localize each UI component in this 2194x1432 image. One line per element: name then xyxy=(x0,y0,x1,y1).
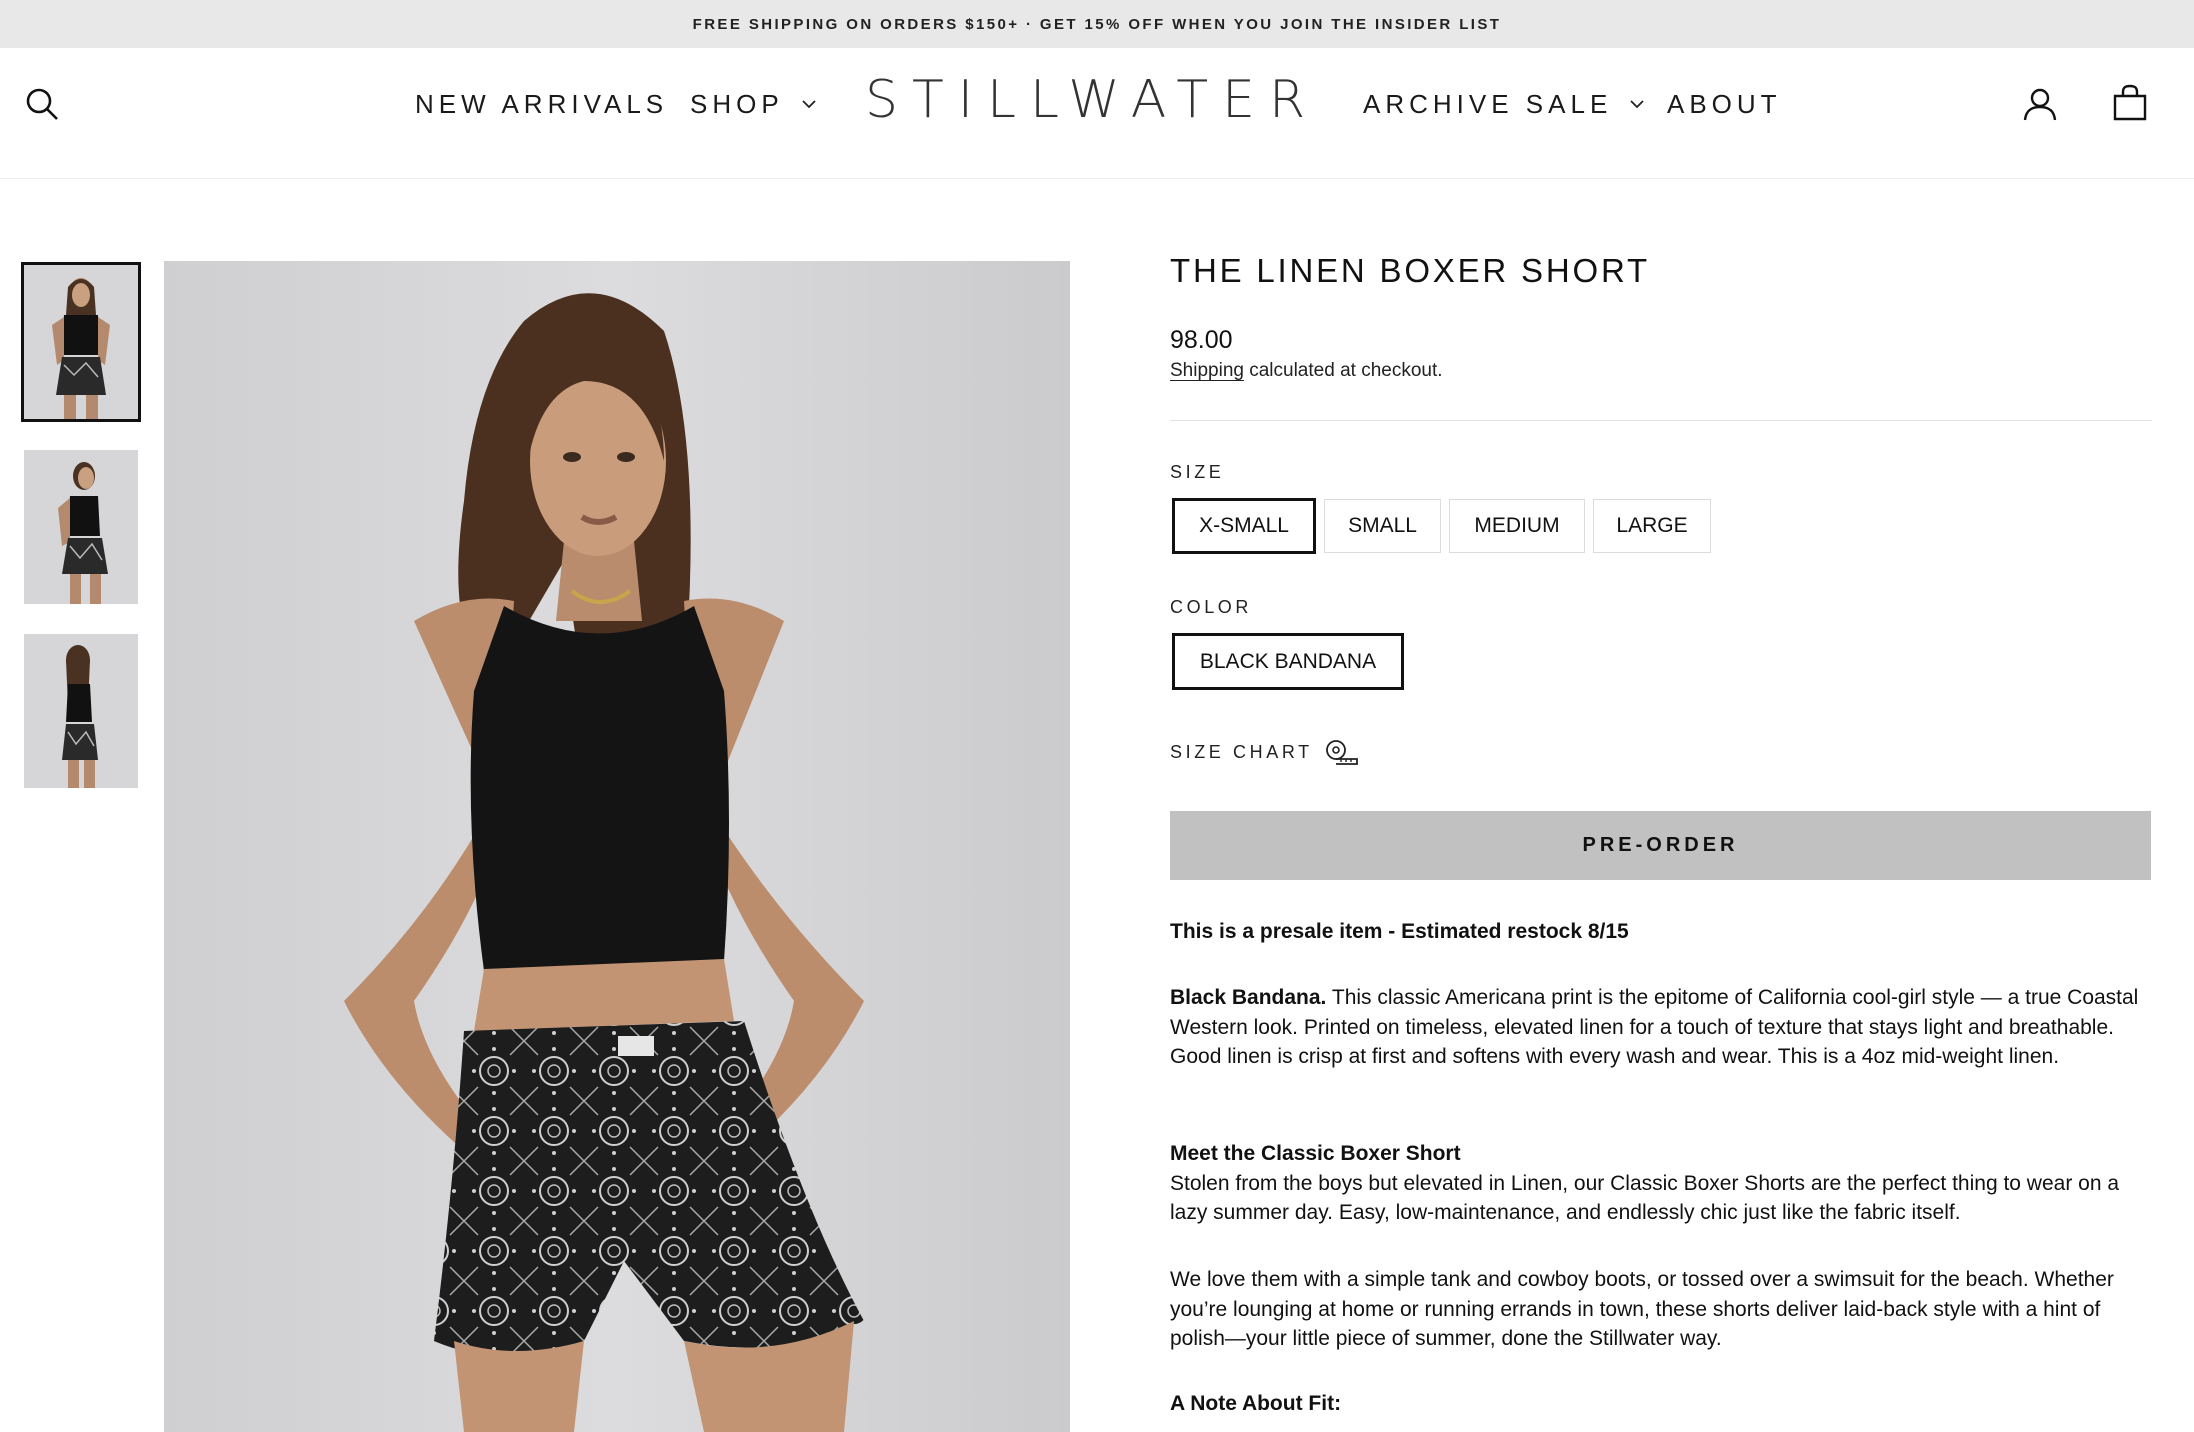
description-color: Black Bandana. This classic Americana pr… xyxy=(1170,983,2152,1072)
cart-icon[interactable] xyxy=(2112,84,2148,122)
product-thumbnail-side[interactable] xyxy=(24,450,138,604)
description-meet: Meet the Classic Boxer Short Stolen from… xyxy=(1170,1139,2152,1228)
site-header: NEW ARRIVALS SHOP STILLWATER ARCHIVE SAL… xyxy=(0,48,2194,179)
size-option-large[interactable]: LARGE xyxy=(1593,499,1711,553)
description-color-name: Black Bandana. xyxy=(1170,986,1327,1009)
nav-shop-label: SHOP xyxy=(690,88,784,119)
presale-note: This is a presale item - Estimated resto… xyxy=(1170,917,2152,947)
nav-archive-sale[interactable]: ARCHIVE SALE xyxy=(1363,48,1644,160)
description-styling: We love them with a simple tank and cowb… xyxy=(1170,1265,2152,1354)
tape-measure-icon xyxy=(1325,740,1358,765)
product-thumbnail-front[interactable] xyxy=(21,262,141,422)
nav-about[interactable]: ABOUT xyxy=(1667,48,1782,160)
shipping-text: calculated at checkout. xyxy=(1243,360,1443,381)
description-fit-heading: A Note About Fit: xyxy=(1170,1392,1342,1415)
pre-order-button[interactable]: PRE-ORDER xyxy=(1170,811,2151,880)
color-label: COLOR xyxy=(1170,597,1253,617)
nav-about-label: ABOUT xyxy=(1667,88,1782,119)
nav-archive-sale-label: ARCHIVE SALE xyxy=(1363,88,1613,119)
shipping-note: Shipping calculated at checkout. xyxy=(1170,360,1443,382)
chevron-down-icon xyxy=(802,100,816,109)
description-styling-text: We love them with a simple tank and cowb… xyxy=(1170,1268,2114,1350)
size-label: SIZE xyxy=(1170,462,1225,482)
size-option-x-small[interactable]: X-SMALL xyxy=(1172,498,1316,554)
shipping-link[interactable]: Shipping xyxy=(1170,360,1244,381)
chevron-down-icon xyxy=(1630,100,1644,109)
description-meet-text: Stolen from the boys but elevated in Lin… xyxy=(1170,1171,2120,1225)
color-option-black-bandana[interactable]: BLACK BANDANA xyxy=(1172,633,1404,690)
size-option-small[interactable]: SMALL xyxy=(1324,499,1441,553)
announcement-bar: FREE SHIPPING ON ORDERS $150+ · GET 15% … xyxy=(0,0,2194,48)
nav-shop[interactable]: SHOP xyxy=(690,48,816,160)
product-price: 98.00 xyxy=(1170,326,1233,354)
size-chart-link[interactable]: SIZE CHART xyxy=(1170,738,1359,766)
size-chart-label: SIZE CHART xyxy=(1170,741,1313,762)
size-option-medium[interactable]: MEDIUM xyxy=(1449,499,1585,553)
nav-new-arrivals[interactable]: NEW ARRIVALS xyxy=(415,48,668,160)
product-title: THE LINEN BOXER SHORT xyxy=(1170,252,1650,289)
product-thumbnail-back[interactable] xyxy=(24,634,138,788)
presale-note-text: This is a presale item - Estimated resto… xyxy=(1170,920,1629,943)
description-meet-heading: Meet the Classic Boxer Short xyxy=(1170,1142,1461,1165)
account-icon[interactable] xyxy=(2022,86,2058,122)
search-icon[interactable] xyxy=(24,86,60,122)
nav-new-arrivals-label: NEW ARRIVALS xyxy=(415,88,669,119)
brand-logo[interactable]: STILLWATER xyxy=(865,68,1305,132)
description-fit: A Note About Fit: xyxy=(1170,1389,2152,1419)
divider xyxy=(1170,420,2152,421)
product-main-image[interactable] xyxy=(164,261,1070,1432)
